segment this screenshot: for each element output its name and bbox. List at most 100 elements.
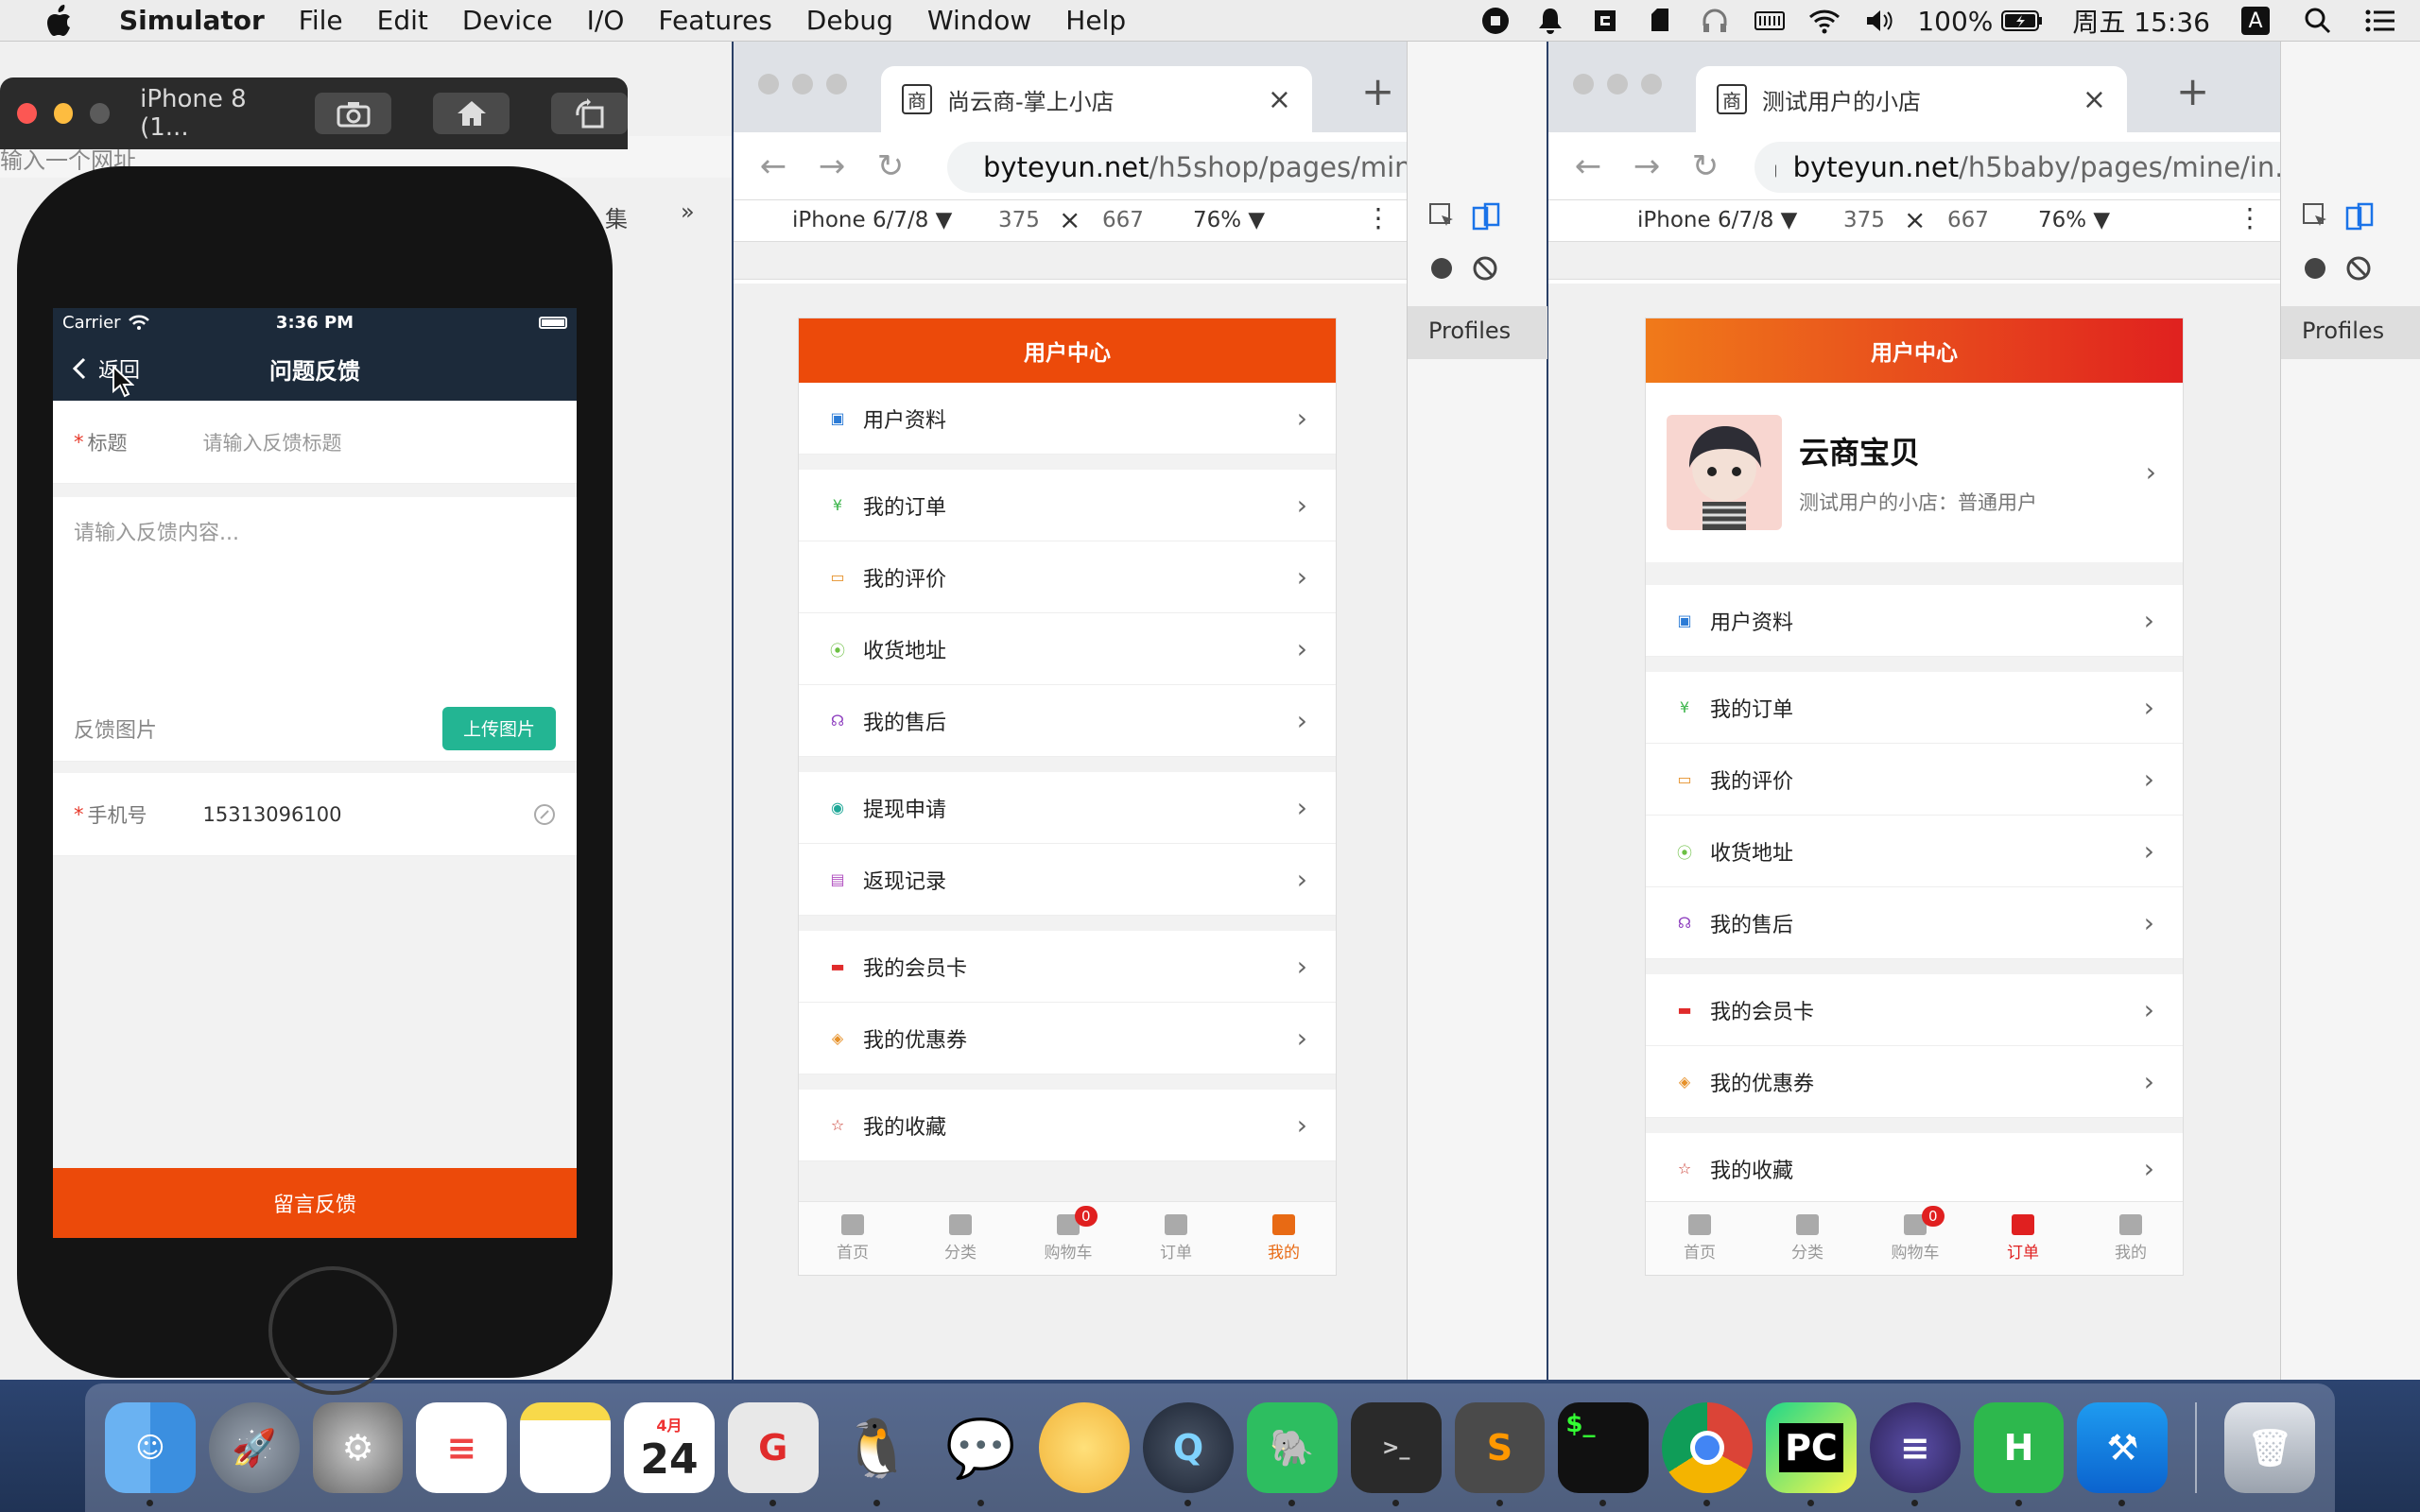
menu-row[interactable]: ☊ 我的售后 › bbox=[799, 685, 1336, 757]
window-close-button[interactable] bbox=[1573, 74, 1594, 94]
device-selector[interactable]: iPhone 6/7/8 ▼ bbox=[792, 208, 952, 232]
device-toggle-icon[interactable] bbox=[2345, 202, 2374, 231]
menu-row[interactable]: ▬ 我的会员卡 › bbox=[1646, 974, 2183, 1046]
tab-close-icon[interactable]: × bbox=[1268, 83, 1291, 116]
menu-row[interactable]: ▬ 我的会员卡 › bbox=[799, 931, 1336, 1003]
submit-feedback-button[interactable]: 留言反馈 bbox=[53, 1168, 577, 1238]
device-width-input[interactable]: 375 bbox=[998, 208, 1040, 232]
new-tab-button[interactable]: + bbox=[2176, 68, 2209, 114]
forward-arrow-icon[interactable]: → bbox=[813, 147, 851, 185]
menu-row[interactable]: ▭ 我的评价 › bbox=[799, 541, 1336, 613]
tab-cart[interactable]: 购物车 0 bbox=[1861, 1202, 1969, 1275]
window-minimize-button[interactable] bbox=[792, 74, 813, 94]
back-button[interactable]: 返回 bbox=[72, 353, 140, 398]
menu-row[interactable]: ⦿ 收货地址 › bbox=[799, 613, 1336, 685]
iphone-home-button[interactable] bbox=[268, 1266, 397, 1395]
calendar-icon[interactable]: 4月 24 bbox=[624, 1402, 715, 1493]
window-close-button[interactable] bbox=[17, 103, 37, 124]
tab-orders[interactable]: 订单 bbox=[1122, 1202, 1230, 1275]
zoom-selector[interactable]: 76% ▼ bbox=[2038, 208, 2110, 232]
browser-tab-active[interactable]: 商 尚云商-掌上小店 × bbox=[881, 66, 1312, 132]
menu-clock[interactable]: 周五 15:36 bbox=[2072, 2, 2210, 40]
apple-menu-icon[interactable] bbox=[38, 0, 79, 42]
evernote-icon[interactable] bbox=[1643, 4, 1677, 38]
menu-row[interactable]: ▭ 我的评价 › bbox=[1646, 744, 2183, 816]
clear-icon[interactable] bbox=[1472, 255, 1498, 282]
window-zoom-button[interactable] bbox=[826, 74, 847, 94]
upload-image-button[interactable]: 上传图片 bbox=[441, 706, 556, 750]
device-height-input[interactable]: 667 bbox=[1102, 208, 1144, 232]
quicktime-icon[interactable]: Q bbox=[1143, 1402, 1234, 1506]
menu-features[interactable]: Features bbox=[658, 5, 771, 36]
system-preferences-icon[interactable]: ⚙ bbox=[312, 1402, 404, 1493]
trash-icon[interactable]: 🗑 bbox=[2224, 1402, 2316, 1493]
menu-edit[interactable]: Edit bbox=[377, 5, 428, 36]
finder-icon[interactable]: ☺ bbox=[105, 1402, 196, 1506]
menu-io[interactable]: I/O bbox=[587, 5, 625, 36]
menu-window[interactable]: Window bbox=[927, 5, 1031, 36]
wechat-icon[interactable]: 💬 bbox=[936, 1402, 1027, 1506]
menu-row[interactable]: ▣ 用户资料 › bbox=[799, 383, 1336, 455]
devtools-profiles-tab[interactable]: Profiles bbox=[1428, 318, 1511, 344]
clear-icon[interactable] bbox=[2345, 255, 2372, 282]
clear-input-icon[interactable] bbox=[533, 803, 556, 826]
menu-row[interactable]: ¥ 我的订单 › bbox=[799, 470, 1336, 541]
notification-bell-icon[interactable] bbox=[1533, 4, 1567, 38]
url-field[interactable]: byteyun.net/h5baby/pages/mine/in... bbox=[1754, 142, 2331, 193]
tab-mine[interactable]: 我的 bbox=[1230, 1202, 1336, 1275]
record-icon[interactable] bbox=[1428, 255, 1455, 282]
url-field[interactable]: byteyun.net/h5shop/pages/mine/i... bbox=[947, 142, 1458, 193]
qq-icon[interactable]: 🐧 bbox=[832, 1402, 923, 1506]
profile-card[interactable]: 云商宝贝 测试用户的小店：普通用户 › bbox=[1646, 383, 2183, 562]
menu-row[interactable]: ▣ 用户资料 › bbox=[1646, 585, 2183, 657]
git-client-icon[interactable]: G bbox=[727, 1402, 819, 1506]
back-arrow-icon[interactable]: ← bbox=[754, 147, 792, 185]
menu-row[interactable]: ☊ 我的售后 › bbox=[1646, 887, 2183, 959]
tab-mine[interactable]: 我的 bbox=[2077, 1202, 2183, 1275]
eclipse-icon[interactable]: ≡ bbox=[1869, 1402, 1961, 1506]
device-height-input[interactable]: 667 bbox=[1947, 208, 1989, 232]
launchpad-icon[interactable]: 🚀 bbox=[208, 1402, 300, 1493]
evernote-icon[interactable]: 🐘 bbox=[1246, 1402, 1338, 1506]
menu-row[interactable]: ◈ 我的优惠券 › bbox=[1646, 1046, 2183, 1118]
tab-home[interactable]: 首页 bbox=[799, 1202, 907, 1275]
zoom-selector[interactable]: 76% ▼ bbox=[1193, 208, 1265, 232]
device-width-input[interactable]: 375 bbox=[1843, 208, 1885, 232]
menu-row[interactable]: ☆ 我的收藏 › bbox=[1646, 1133, 2183, 1205]
forward-arrow-icon[interactable]: → bbox=[1628, 147, 1666, 185]
chrome-icon[interactable] bbox=[1662, 1402, 1754, 1506]
spotlight-search-icon[interactable] bbox=[2301, 4, 2335, 38]
headphones-icon[interactable] bbox=[1698, 4, 1732, 38]
volume-icon[interactable] bbox=[1862, 4, 1896, 38]
tab-home[interactable]: 首页 bbox=[1646, 1202, 1754, 1275]
reload-icon[interactable]: ↻ bbox=[1686, 147, 1724, 185]
menu-debug[interactable]: Debug bbox=[806, 5, 893, 36]
device-selector[interactable]: iPhone 6/7/8 ▼ bbox=[1637, 208, 1797, 232]
menu-row[interactable]: ▤ 返现记录 › bbox=[799, 844, 1336, 916]
screenshot-button[interactable] bbox=[315, 93, 392, 134]
reload-icon[interactable]: ↻ bbox=[872, 147, 909, 185]
back-arrow-icon[interactable]: ← bbox=[1569, 147, 1607, 185]
pycharm-icon[interactable]: PC bbox=[1766, 1402, 1857, 1506]
menu-row[interactable]: ¥ 我的订单 › bbox=[1646, 672, 2183, 744]
record-stop-icon[interactable] bbox=[1478, 4, 1512, 38]
baidu-netdisk-icon[interactable] bbox=[1039, 1402, 1131, 1493]
device-toggle-icon[interactable] bbox=[1472, 202, 1500, 231]
new-tab-button[interactable]: + bbox=[1361, 68, 1394, 114]
menu-app-simulator[interactable]: Simulator bbox=[119, 5, 265, 36]
tab-category[interactable]: 分类 bbox=[1754, 1202, 1861, 1275]
inspect-element-icon[interactable] bbox=[2302, 202, 2330, 231]
window-minimize-button[interactable] bbox=[53, 103, 74, 124]
terminal-icon[interactable]: $_ bbox=[1558, 1402, 1650, 1506]
more-options-icon[interactable]: ⋮ bbox=[2237, 202, 2263, 233]
more-options-icon[interactable]: ⋮ bbox=[1365, 202, 1392, 233]
reminders-icon[interactable]: ≡ bbox=[416, 1402, 508, 1493]
git-client-icon[interactable] bbox=[1588, 4, 1622, 38]
sublime-text-icon[interactable]: S bbox=[1454, 1402, 1546, 1506]
input-method-icon[interactable]: A bbox=[2238, 4, 2273, 38]
inspect-element-icon[interactable] bbox=[1428, 202, 1457, 231]
menu-device[interactable]: Device bbox=[462, 5, 553, 36]
battery-charging-icon[interactable] bbox=[2000, 4, 2044, 38]
tab-close-icon[interactable]: × bbox=[2083, 83, 2106, 116]
menu-row[interactable]: ◉ 提现申请 › bbox=[799, 772, 1336, 844]
